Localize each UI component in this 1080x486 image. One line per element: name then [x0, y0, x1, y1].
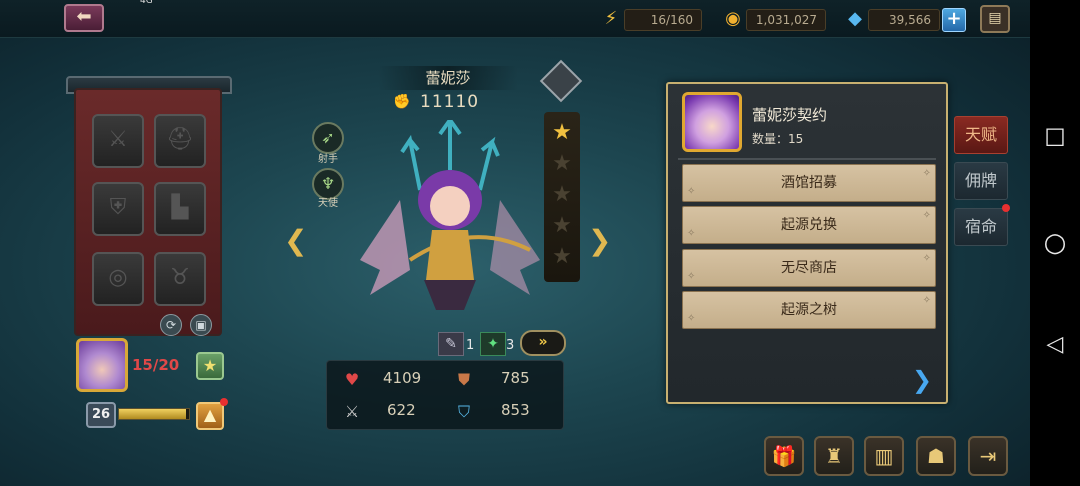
rank-star: ★: [552, 182, 572, 207]
stats-panel: ♥ 4109 ⛊ 785 ⚔ 622 ⛉ 853: [326, 360, 564, 430]
magic-resist-value: 853: [501, 401, 530, 419]
auto-equip-button[interactable]: ▣: [190, 314, 212, 336]
skill-row: ✎ 1 ✦ 3 »: [438, 330, 568, 358]
hero-level-badge: 26: [86, 402, 116, 428]
add-gems-button[interactable]: +: [942, 8, 966, 32]
weapon-slot[interactable]: ⚔: [92, 114, 144, 168]
ring-icon: ◎: [108, 265, 128, 290]
team-button[interactable]: ♜: [814, 436, 854, 476]
sword-icon: ⚔: [108, 127, 128, 152]
skirt: [424, 280, 476, 310]
recents-icon[interactable]: ☐: [1030, 124, 1080, 152]
star-rank-strip: ★ ★ ★ ★ ★: [544, 112, 580, 282]
game-screen: 4G ⬅ ⚡ 16/160 ◉ 1,031,027 ◆ 39,566 + ▤ ⚔…: [0, 0, 1030, 486]
chat-button[interactable]: ▤: [980, 5, 1010, 33]
face: [430, 186, 470, 226]
level-up-button[interactable]: ▲: [196, 402, 224, 430]
side-tab-2[interactable]: 宿命: [954, 208, 1008, 246]
fist-icon: ✊: [393, 94, 411, 110]
source-origin-tree-button[interactable]: 起源之树: [682, 291, 936, 329]
popup-title: 蕾妮莎契约: [752, 106, 828, 124]
level-progress-bar: [118, 408, 190, 420]
armor-icon: ⛨: [109, 195, 127, 220]
rank-star: ★: [552, 213, 572, 238]
hero-character-art: [360, 120, 540, 310]
chess-icon: ♜: [825, 444, 843, 468]
popup-quantity: 数量：15: [752, 132, 804, 146]
gold-coin-icon: ◉: [725, 8, 741, 29]
lightning-icon: ⚡: [604, 8, 618, 29]
star-icon: ★: [202, 356, 218, 375]
attack-value: 622: [387, 401, 416, 419]
notification-dot: [220, 398, 228, 406]
fast-forward-button[interactable]: »: [520, 330, 566, 356]
side-tab-1[interactable]: 佣牌: [954, 162, 1008, 200]
shield-icon: ⛊: [457, 370, 470, 389]
bag-icon: ▣: [195, 318, 207, 332]
gem-counter: 39,566: [868, 9, 940, 31]
source-endless-shop-button[interactable]: 无尽商店: [682, 249, 936, 287]
top-resource-bar: 4G ⬅ ⚡ 16/160 ◉ 1,031,027 ◆ 39,566 + ▤: [0, 0, 1030, 38]
energy-counter: 16/160: [624, 9, 702, 31]
exit-button[interactable]: ⇥: [968, 436, 1008, 476]
hp-value: 4109: [383, 369, 422, 387]
rank-star: ★: [552, 244, 572, 269]
armor-slot[interactable]: ⛨: [92, 182, 144, 236]
status-text: 4G: [140, 0, 153, 6]
cards-icon: ▥: [874, 444, 894, 468]
scroll-icon[interactable]: ✎: [438, 332, 464, 356]
swap-equipment-button[interactable]: ⟳: [160, 314, 182, 336]
star-upgrade-button[interactable]: ★: [196, 352, 224, 380]
armor-value: 785: [501, 369, 530, 387]
swap-icon: ⟳: [165, 318, 177, 332]
mask-button[interactable]: ☗: [916, 436, 956, 476]
contract-item-icon: [682, 92, 742, 152]
gem-slot-count: 3: [506, 338, 515, 353]
hero-power: 11110: [420, 92, 480, 112]
cards-button[interactable]: ▥: [864, 436, 904, 476]
hero-info-button[interactable]: [539, 59, 583, 103]
back-button[interactable]: ⬅: [64, 4, 104, 32]
exit-icon: ⇥: [979, 444, 997, 468]
source-tavern-recruit-button[interactable]: 酒馆招募: [682, 164, 936, 202]
gift-button[interactable]: 🎁: [764, 436, 804, 476]
ring-slot[interactable]: ◎: [92, 252, 144, 306]
tab-notification-dot: [1002, 204, 1010, 212]
boots-slot[interactable]: ▙: [154, 182, 206, 236]
equipment-panel: ⚔ ⛑ ⛨ ▙ ◎ ♉ ⟳ ▣: [74, 88, 222, 336]
home-icon[interactable]: ○: [1030, 228, 1080, 258]
heart-icon: ♥: [344, 370, 360, 389]
amulet-icon: ♉: [170, 265, 190, 290]
helmet-slot[interactable]: ⛑: [154, 114, 206, 168]
magic-shield-icon: ⛉: [457, 402, 470, 421]
gold-counter: 1,031,027: [746, 9, 826, 31]
popup-divider: [678, 158, 936, 160]
gem-slot-icon[interactable]: ✦: [480, 332, 506, 356]
shard-progress: 15/20: [132, 356, 180, 374]
next-hero-arrow[interactable]: ❯: [588, 224, 611, 257]
source-origin-exchange-button[interactable]: 起源兑换: [682, 206, 936, 244]
android-nav-bar: ☐ ○ ◁: [1030, 0, 1080, 486]
amulet-slot[interactable]: ♉: [154, 252, 206, 306]
popup-next-arrow-icon[interactable]: ❯: [912, 366, 932, 394]
crossed-swords-icon: ⚔: [344, 402, 360, 421]
scroll-count: 1: [466, 338, 475, 353]
side-tab-0[interactable]: 天赋: [954, 116, 1008, 154]
rank-star: ★: [552, 151, 572, 176]
back-nav-icon[interactable]: ◁: [1030, 332, 1080, 357]
gem-icon: ◆: [848, 8, 862, 29]
mask-icon: ☗: [927, 444, 945, 468]
rank-star: ★: [552, 120, 572, 145]
item-source-popup: 蕾妮莎契约 数量：15 酒馆招募 起源兑换 无尽商店 起源之树 ❯: [666, 82, 948, 404]
up-arrow-icon: ▲: [203, 405, 217, 424]
level-progress-fill: [119, 409, 186, 419]
gift-icon: 🎁: [771, 444, 797, 468]
boots-icon: ▙: [171, 195, 189, 220]
prev-hero-arrow[interactable]: ❮: [284, 224, 307, 257]
hero-portrait-thumbnail[interactable]: [76, 338, 128, 392]
hero-name: 蕾妮莎: [378, 66, 518, 90]
helmet-icon: ⛑: [166, 127, 194, 152]
